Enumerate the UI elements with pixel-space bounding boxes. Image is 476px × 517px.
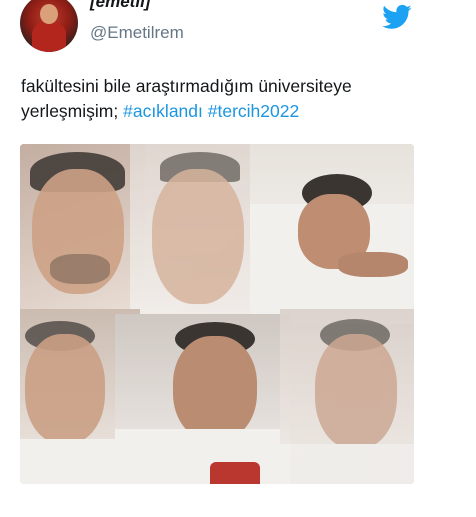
hashtag-aciklandi[interactable]: #acıklandı (123, 101, 203, 121)
twitter-bird-icon[interactable] (380, 2, 414, 32)
collage-overlay (20, 144, 414, 484)
author-display-name[interactable]: [emetil] (90, 0, 150, 12)
tweet-card: [emetil] @Emetilrem fakültesini bile ara… (0, 0, 476, 517)
author-avatar[interactable] (20, 0, 78, 52)
avatar-body (32, 22, 66, 52)
author-handle[interactable]: @Emetilrem (90, 23, 184, 43)
tweet-text: fakültesini bile araştırmadığım üniversi… (21, 74, 441, 124)
hashtag-tercih2022[interactable]: #tercih2022 (208, 101, 299, 121)
avatar-face (40, 4, 58, 24)
tweet-media-collage[interactable] (20, 144, 414, 484)
